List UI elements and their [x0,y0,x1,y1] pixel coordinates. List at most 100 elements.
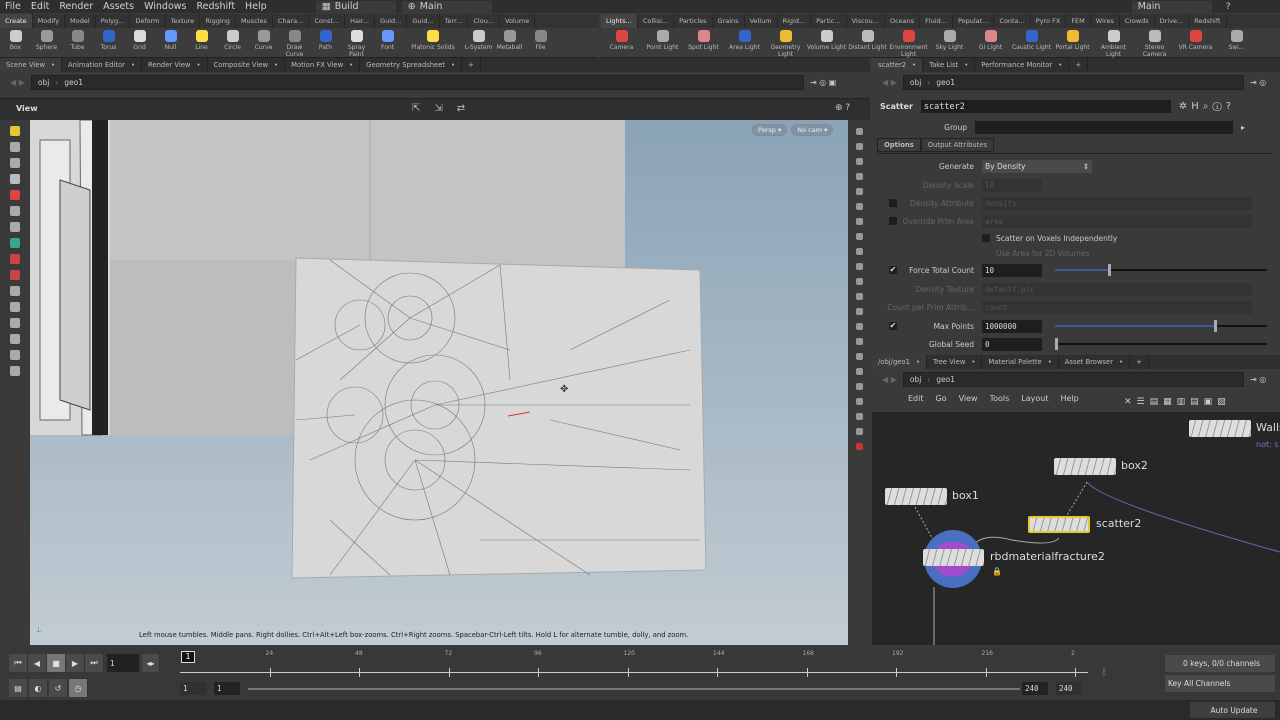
shelf-tab-model[interactable]: Model [65,14,96,28]
override-prim-area-field[interactable]: area [982,214,1252,228]
path-geo[interactable]: geo1 [936,375,955,384]
network-menu-tools[interactable]: Tools [990,394,1010,409]
shelf-tab-polyg[interactable]: Polyg... [96,14,131,28]
tab-performance-monitor[interactable]: Performance Monitor • [975,58,1070,72]
network-menu-layout[interactable]: Layout [1021,394,1048,409]
realtime-icon[interactable]: ▤ [9,679,28,697]
menu-help[interactable]: Help [240,1,272,12]
path-field[interactable]: obj › geo1 [902,371,1244,387]
force-total-count-checkbox[interactable]: ✔ [889,266,897,274]
network-editor[interactable]: Walls not: s box2 box1 scatter2 rbdmater… [872,412,1280,645]
close-tab-icon[interactable]: • [196,61,200,69]
timeline-ruler[interactable] [180,672,1088,673]
network-tools-icons[interactable]: ✕☰▤▦▥▤▣▨ [1124,397,1231,407]
tool-metaball[interactable]: Metaball [494,30,525,51]
tool-gi-light[interactable]: GI Light [970,30,1011,51]
range-start2-field[interactable]: 1 [214,682,240,695]
tool-icon-14[interactable] [10,350,20,360]
tool-stereo-camera[interactable]: Stereo Camera [1134,30,1175,58]
tool-icon-6[interactable] [10,222,20,232]
desktop-selector[interactable]: ▦ Build [315,0,396,13]
pin-icon[interactable]: ⇥ ◎ [1250,78,1280,87]
node-scatter2[interactable] [1028,516,1090,533]
display-option-icon-17[interactable] [855,383,863,390]
node-tools-icons[interactable]: ✲H⌕ⓘ? [1179,101,1235,112]
menu-render[interactable]: Render [54,1,98,12]
display-option-icon-14[interactable] [855,338,863,345]
tool-draw-curve[interactable]: Draw Curve [279,30,310,58]
3d-viewport[interactable]: ✥ ⟂ Persp ▾ No cam ▾ Left mouse tumbles.… [30,120,848,645]
shelf-tab-viscou[interactable]: Viscou... [847,14,885,28]
generate-menu[interactable]: By Density ⇕ [982,159,1092,173]
tab-render-view[interactable]: Render View • [142,58,208,72]
help-icon[interactable]: ⊕ ? [835,103,850,113]
tool-portal-light[interactable]: Portal Light [1052,30,1093,51]
node-rbdmaterialfracture2[interactable] [923,549,984,566]
shelf-tab-collisi[interactable]: Collisi... [638,14,675,28]
display-option-icon-4[interactable] [855,188,863,195]
close-tab-icon[interactable]: • [51,61,55,69]
tool-environment-light[interactable]: Environment Light [888,30,929,58]
tool-spray-paint[interactable]: Spray Paint [341,30,372,58]
context-selector[interactable]: ⊕ Main [401,0,492,13]
tab-options[interactable]: Options [877,138,921,152]
tool-box[interactable]: Box [0,30,31,51]
tool-icon-13[interactable] [10,334,20,344]
path-obj[interactable]: obj [910,78,921,87]
shelf-tab-guid[interactable]: Guid... [375,14,408,28]
add-tab-icon[interactable]: + [1130,355,1149,369]
camera-menu[interactable]: No cam ▾ [791,124,834,136]
tool-l-system[interactable]: L-System [463,30,494,51]
shelf-tab-fluid[interactable]: Fluid... [920,14,953,28]
tab-material-palette[interactable]: Material Palette • [982,355,1059,369]
close-tab-icon[interactable]: • [1058,61,1062,69]
pin-icon[interactable]: ⇥ ◎ ▣ [810,78,870,87]
close-tab-icon[interactable]: • [131,61,135,69]
force-total-count-field[interactable]: 10 [982,263,1042,277]
tab-composite-view[interactable]: Composite View • [208,58,286,72]
display-option-icon-19[interactable] [855,413,863,420]
shelf-tab-particles[interactable]: Particles [674,14,713,28]
tool-swi[interactable]: Swi... [1216,30,1257,51]
network-menu-edit[interactable]: Edit [908,394,924,409]
display-option-icon-7[interactable] [855,233,863,240]
tool-icon-7[interactable] [10,238,20,248]
tool-sky-light[interactable]: Sky Light [929,30,970,51]
close-tab-icon[interactable]: • [1048,358,1052,366]
keys-channels-button[interactable]: 0 keys, 0/0 channels [1165,655,1275,672]
tool-icon-9[interactable] [10,270,20,280]
tool-icon-4[interactable] [10,190,20,200]
max-points-field[interactable]: 1000000 [982,319,1042,333]
shelf-tab-grains[interactable]: Grains [713,14,745,28]
tool-font[interactable]: Font [372,30,403,51]
back-icon[interactable]: ◀ ▶ [882,375,897,384]
override-prim-area-checkbox[interactable] [889,217,897,225]
shelf-tab-pyro-fx[interactable]: Pyro FX [1031,14,1067,28]
density-attribute-checkbox[interactable] [889,199,897,207]
shelf-tab-chara[interactable]: Chara... [273,14,310,28]
tool-file[interactable]: File [525,30,556,51]
shelf-tab-populat[interactable]: Populat... [953,14,995,28]
display-option-icon-13[interactable] [855,323,863,330]
close-tab-icon[interactable]: • [274,61,278,69]
path-obj[interactable]: obj [38,78,49,87]
select-arrow-icon[interactable]: ▸ [1241,123,1245,132]
play-reverse-button[interactable]: ◀ [28,654,47,672]
tool-icon-1[interactable] [10,142,20,152]
max-points-checkbox[interactable]: ✔ [889,322,897,330]
tool-spot-light[interactable]: Spot Light [683,30,724,51]
menu-assets[interactable]: Assets [98,1,139,12]
shelf-tab-rigid[interactable]: Rigid... [778,14,812,28]
shelf-tab-const[interactable]: Const... [309,14,346,28]
node-name-field[interactable]: scatter2 [920,100,1171,113]
add-tab-icon[interactable]: + [1069,58,1089,72]
menu-redshift[interactable]: Redshift [191,1,240,12]
tool-icon-10[interactable] [10,286,20,296]
density-attribute-field[interactable]: density [982,196,1252,210]
count-per-prim-field[interactable]: count [982,300,1252,314]
step-buttons[interactable]: ◂▸ [142,654,160,672]
density-scale-field[interactable]: 10 [982,178,1042,192]
key-all-channels-menu[interactable]: Key All Channels [1165,675,1275,692]
key-icon[interactable]: ⚷ [1100,667,1107,678]
tool-circle[interactable]: Circle [217,30,248,51]
